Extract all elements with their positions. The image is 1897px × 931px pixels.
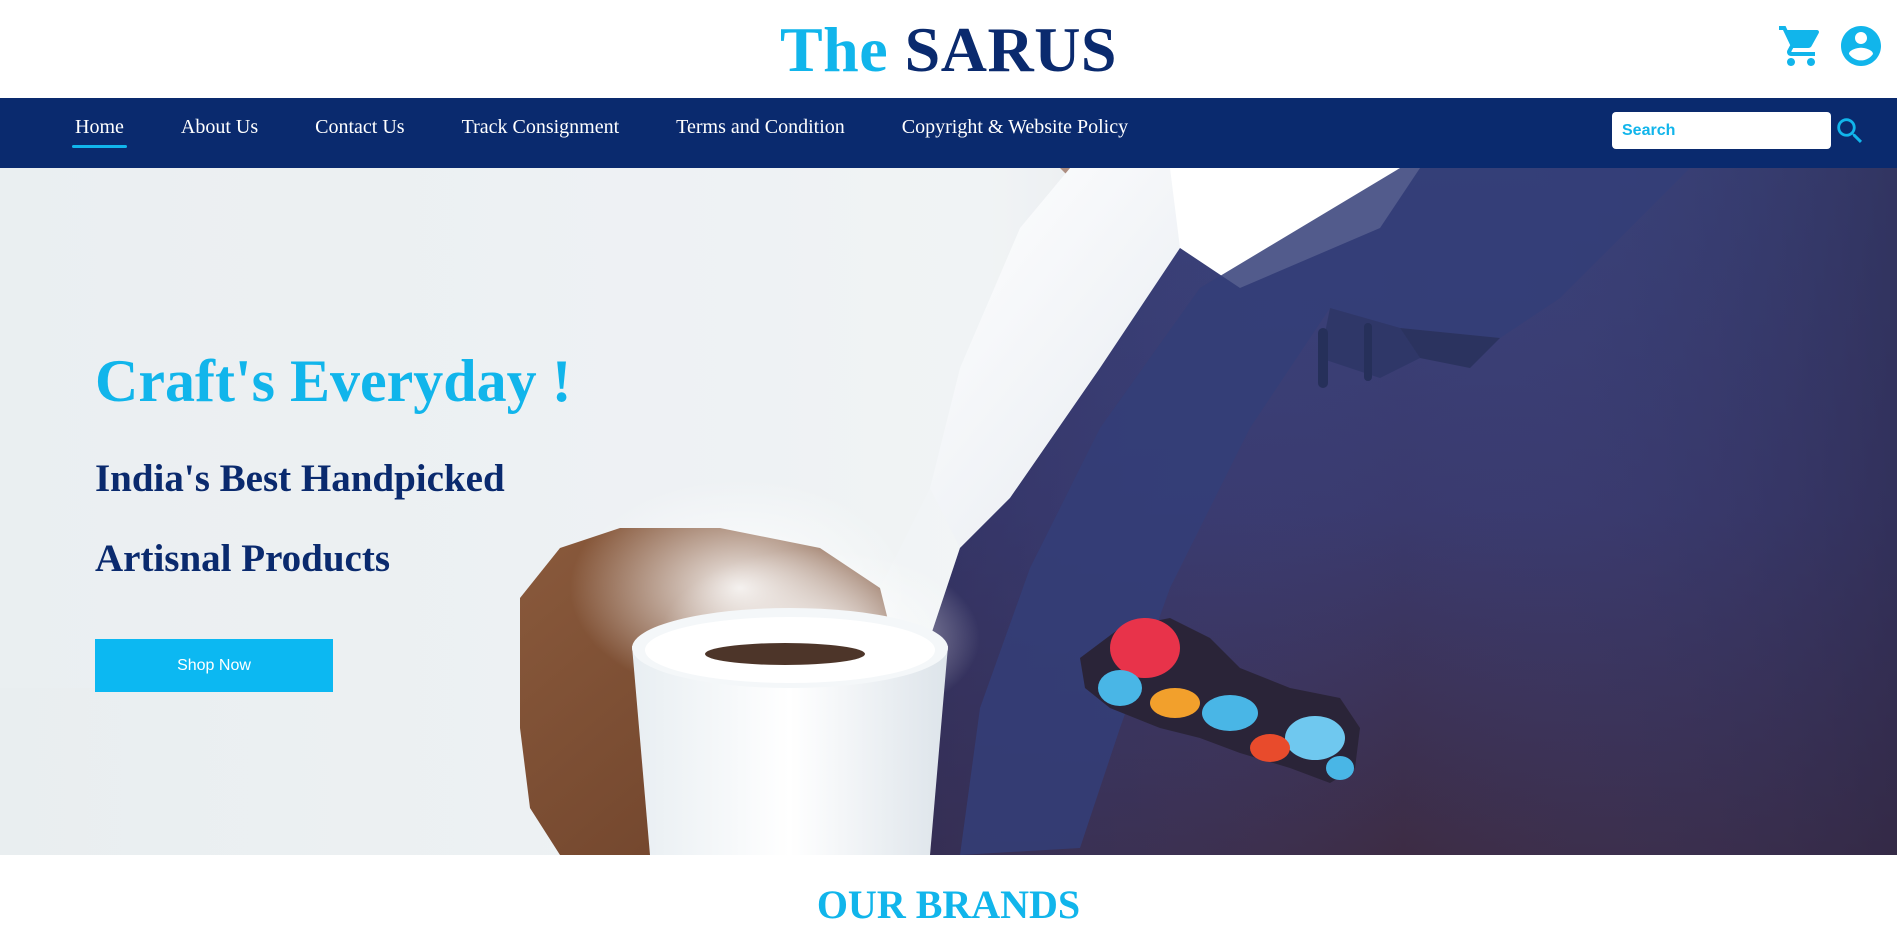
- logo-the: The: [779, 14, 889, 85]
- account-icon[interactable]: [1837, 22, 1885, 70]
- site-header: The SARUS: [0, 0, 1897, 98]
- search-icon[interactable]: [1833, 114, 1867, 148]
- nav-item-terms-and-condition[interactable]: Terms and Condition: [676, 116, 845, 139]
- hero-banner: Craft's Everyday ! India's Best Handpick…: [0, 168, 1897, 855]
- hero-subtitle-line1: India's Best Handpicked: [95, 457, 505, 500]
- shop-now-button[interactable]: Shop Now: [95, 639, 333, 692]
- hero-subtitle-line2: Artisnal Products: [95, 537, 391, 580]
- site-logo[interactable]: The SARUS: [0, 12, 1897, 88]
- nav-item-track-consignment[interactable]: Track Consignment: [462, 116, 620, 139]
- cart-icon[interactable]: [1777, 22, 1825, 70]
- nav-item-about-us[interactable]: About Us: [181, 116, 258, 139]
- nav-menu: Home About Us Contact Us Track Consignme…: [72, 98, 1185, 168]
- search-input[interactable]: [1612, 112, 1831, 149]
- logo-sarus: SARUS: [904, 14, 1118, 85]
- our-brands-heading: OUR BRANDS: [816, 882, 1081, 927]
- search-bar: [1612, 112, 1867, 149]
- hero-title: Craft's Everyday !: [95, 348, 572, 414]
- header-icons: [1777, 22, 1885, 70]
- main-navbar: Home About Us Contact Us Track Consignme…: [0, 98, 1897, 168]
- nav-item-home[interactable]: Home: [72, 116, 127, 148]
- nav-item-copyright-policy[interactable]: Copyright & Website Policy: [902, 116, 1128, 139]
- nav-item-contact-us[interactable]: Contact Us: [315, 116, 404, 139]
- hero-image: [0, 168, 1897, 855]
